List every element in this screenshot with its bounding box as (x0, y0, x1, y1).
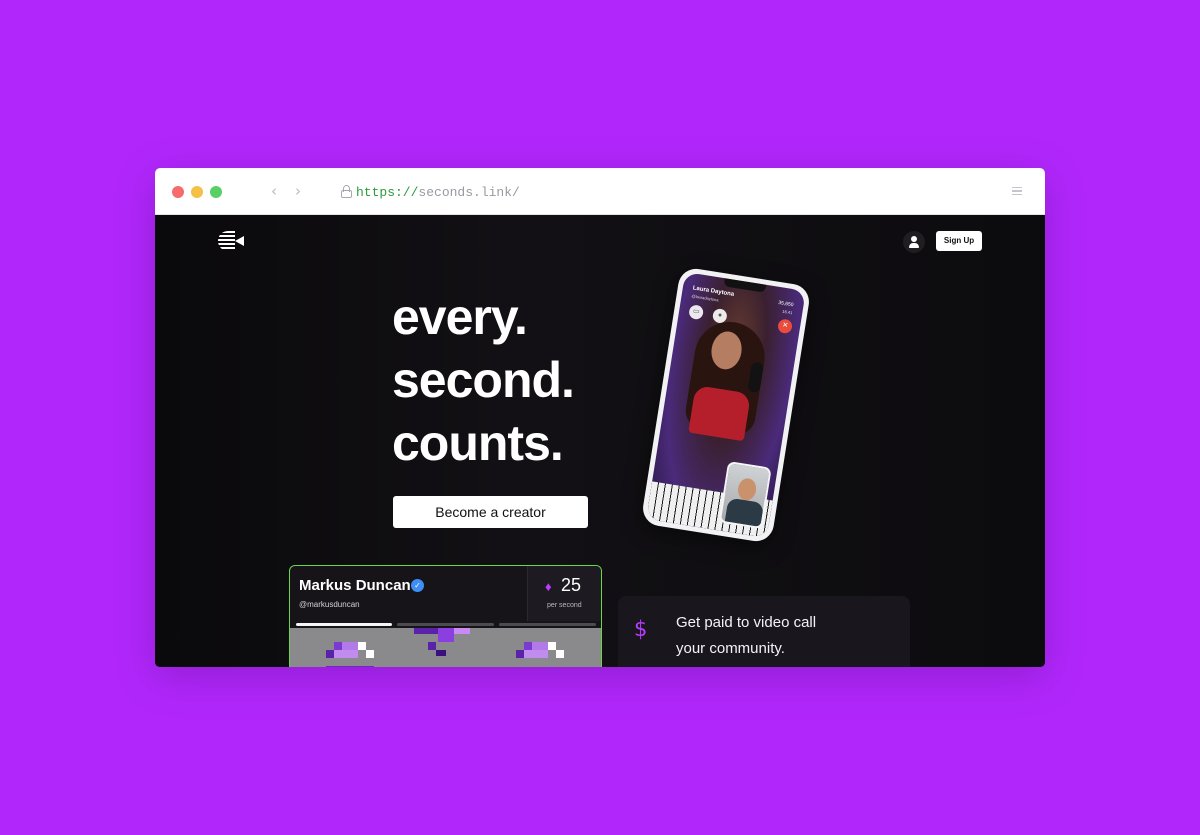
rate-box: ♦ 25 per second (527, 566, 601, 621)
end-call-icon[interactable]: ✕ (777, 318, 794, 335)
url-protocol: https:// (356, 185, 419, 200)
rate-label: per second (547, 602, 582, 609)
back-icon[interactable]: ‹ (271, 182, 277, 200)
browser-window: ‹ › https://seconds.link/ Sign Up every.… (155, 168, 1045, 667)
menu-icon[interactable] (1012, 187, 1022, 195)
dollar-icon: $ (634, 617, 648, 641)
creator-name: Markus Duncan (299, 577, 411, 594)
pixel-art-preview (290, 628, 601, 667)
rate-value: 25 (561, 575, 582, 595)
story-progress-bar (499, 623, 596, 626)
feature-text-line-1: Get paid to video call (676, 614, 817, 631)
browser-titlebar: ‹ › https://seconds.link/ (155, 168, 1045, 215)
url-host: seconds.link/ (418, 185, 520, 200)
hero-headline-line-2: second. (392, 352, 575, 408)
feature-card: $ Get paid to video call your community. (618, 596, 910, 667)
address-bar[interactable]: https://seconds.link/ (356, 185, 520, 200)
creator-card[interactable]: Markus Duncan ✓ @markusduncan ♦ 25 per s… (289, 565, 602, 667)
story-progress-bar (296, 623, 392, 626)
verified-badge-icon: ✓ (411, 579, 424, 592)
video-call-screen: Laura Daytona @lauradaytona 35,650 16.41… (646, 271, 806, 539)
sign-up-button[interactable]: Sign Up (936, 231, 982, 251)
feature-text-line-2: your community. (676, 640, 785, 657)
minimize-window-button[interactable] (191, 186, 203, 198)
hero-headline-line-1: every. (392, 289, 528, 345)
story-progress-bar (397, 623, 494, 626)
phone-mockup: Laura Daytona @lauradaytona 35,650 16.41… (640, 266, 812, 544)
call-stat-primary: 35,650 (777, 299, 794, 309)
creator-handle: @markusduncan (299, 600, 360, 609)
page-content: Sign Up every. second. counts. Become a … (155, 215, 1045, 667)
camera-toggle-icon[interactable]: ▭ (688, 304, 705, 321)
maximize-window-button[interactable] (210, 186, 222, 198)
profile-button[interactable] (903, 231, 925, 253)
logo-icon[interactable] (218, 231, 244, 251)
diamond-icon: ♦ (545, 579, 552, 594)
call-stat-secondary: 16.41 (781, 308, 793, 316)
become-creator-button[interactable]: Become a creator (393, 496, 588, 528)
hero-headline-line-3: counts. (392, 415, 564, 471)
lock-icon (341, 185, 352, 198)
forward-icon[interactable]: › (295, 182, 301, 200)
user-icon (911, 236, 917, 242)
close-window-button[interactable] (172, 186, 184, 198)
